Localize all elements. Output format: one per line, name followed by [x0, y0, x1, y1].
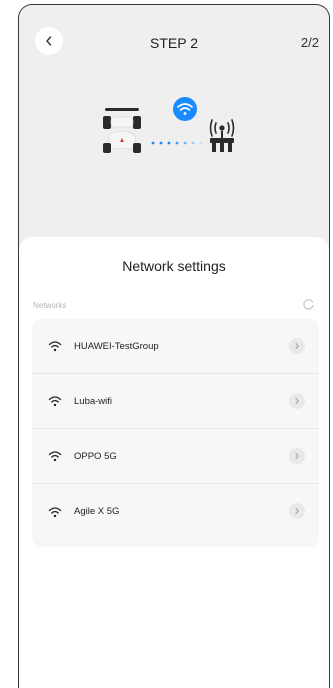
refresh-icon	[303, 299, 314, 310]
step-counter: 2/2	[300, 35, 319, 50]
phone-frame: STEP 2 2/2 Network settings Networks HUA…	[18, 4, 330, 688]
section-label: Networks	[33, 301, 67, 310]
chevron-right-icon	[289, 503, 305, 519]
network-name: OPPO 5G	[74, 450, 117, 462]
network-item[interactable]: Luba-wifi	[32, 374, 319, 429]
refresh-button[interactable]	[302, 298, 315, 316]
network-name: Agile X 5G	[74, 506, 120, 517]
connection-illustration	[19, 85, 329, 195]
connection-dots	[151, 141, 203, 145]
mower-icon	[103, 108, 141, 153]
wifi-icon	[48, 341, 62, 352]
wifi-icon	[48, 506, 62, 517]
network-item[interactable]: HUAWEI-TestGroup	[32, 319, 319, 374]
wifi-badge-icon	[173, 97, 197, 121]
chevron-right-icon	[289, 338, 305, 354]
network-item[interactable]: Agile X 5G	[32, 484, 319, 539]
chevron-right-icon	[289, 448, 305, 464]
rtk-station-icon	[209, 119, 235, 152]
chevron-right-icon	[289, 393, 305, 409]
network-list: HUAWEI-TestGroup Luba-wifi OPPO 5G Agile…	[32, 319, 319, 547]
wifi-icon	[48, 396, 62, 407]
page-title: STEP 2	[150, 35, 198, 51]
network-item[interactable]: OPPO 5G	[32, 429, 319, 484]
network-name: Luba-wifi	[74, 395, 113, 407]
wifi-icon	[48, 451, 62, 462]
sheet-title: Network settings	[122, 258, 226, 274]
header: STEP 2 2/2	[19, 5, 329, 57]
network-settings-sheet: Network settings Networks HUAWEI-TestGro…	[19, 237, 329, 688]
networks-section-header: Networks	[33, 295, 317, 315]
network-name: HUAWEI-TestGroup	[74, 340, 159, 352]
